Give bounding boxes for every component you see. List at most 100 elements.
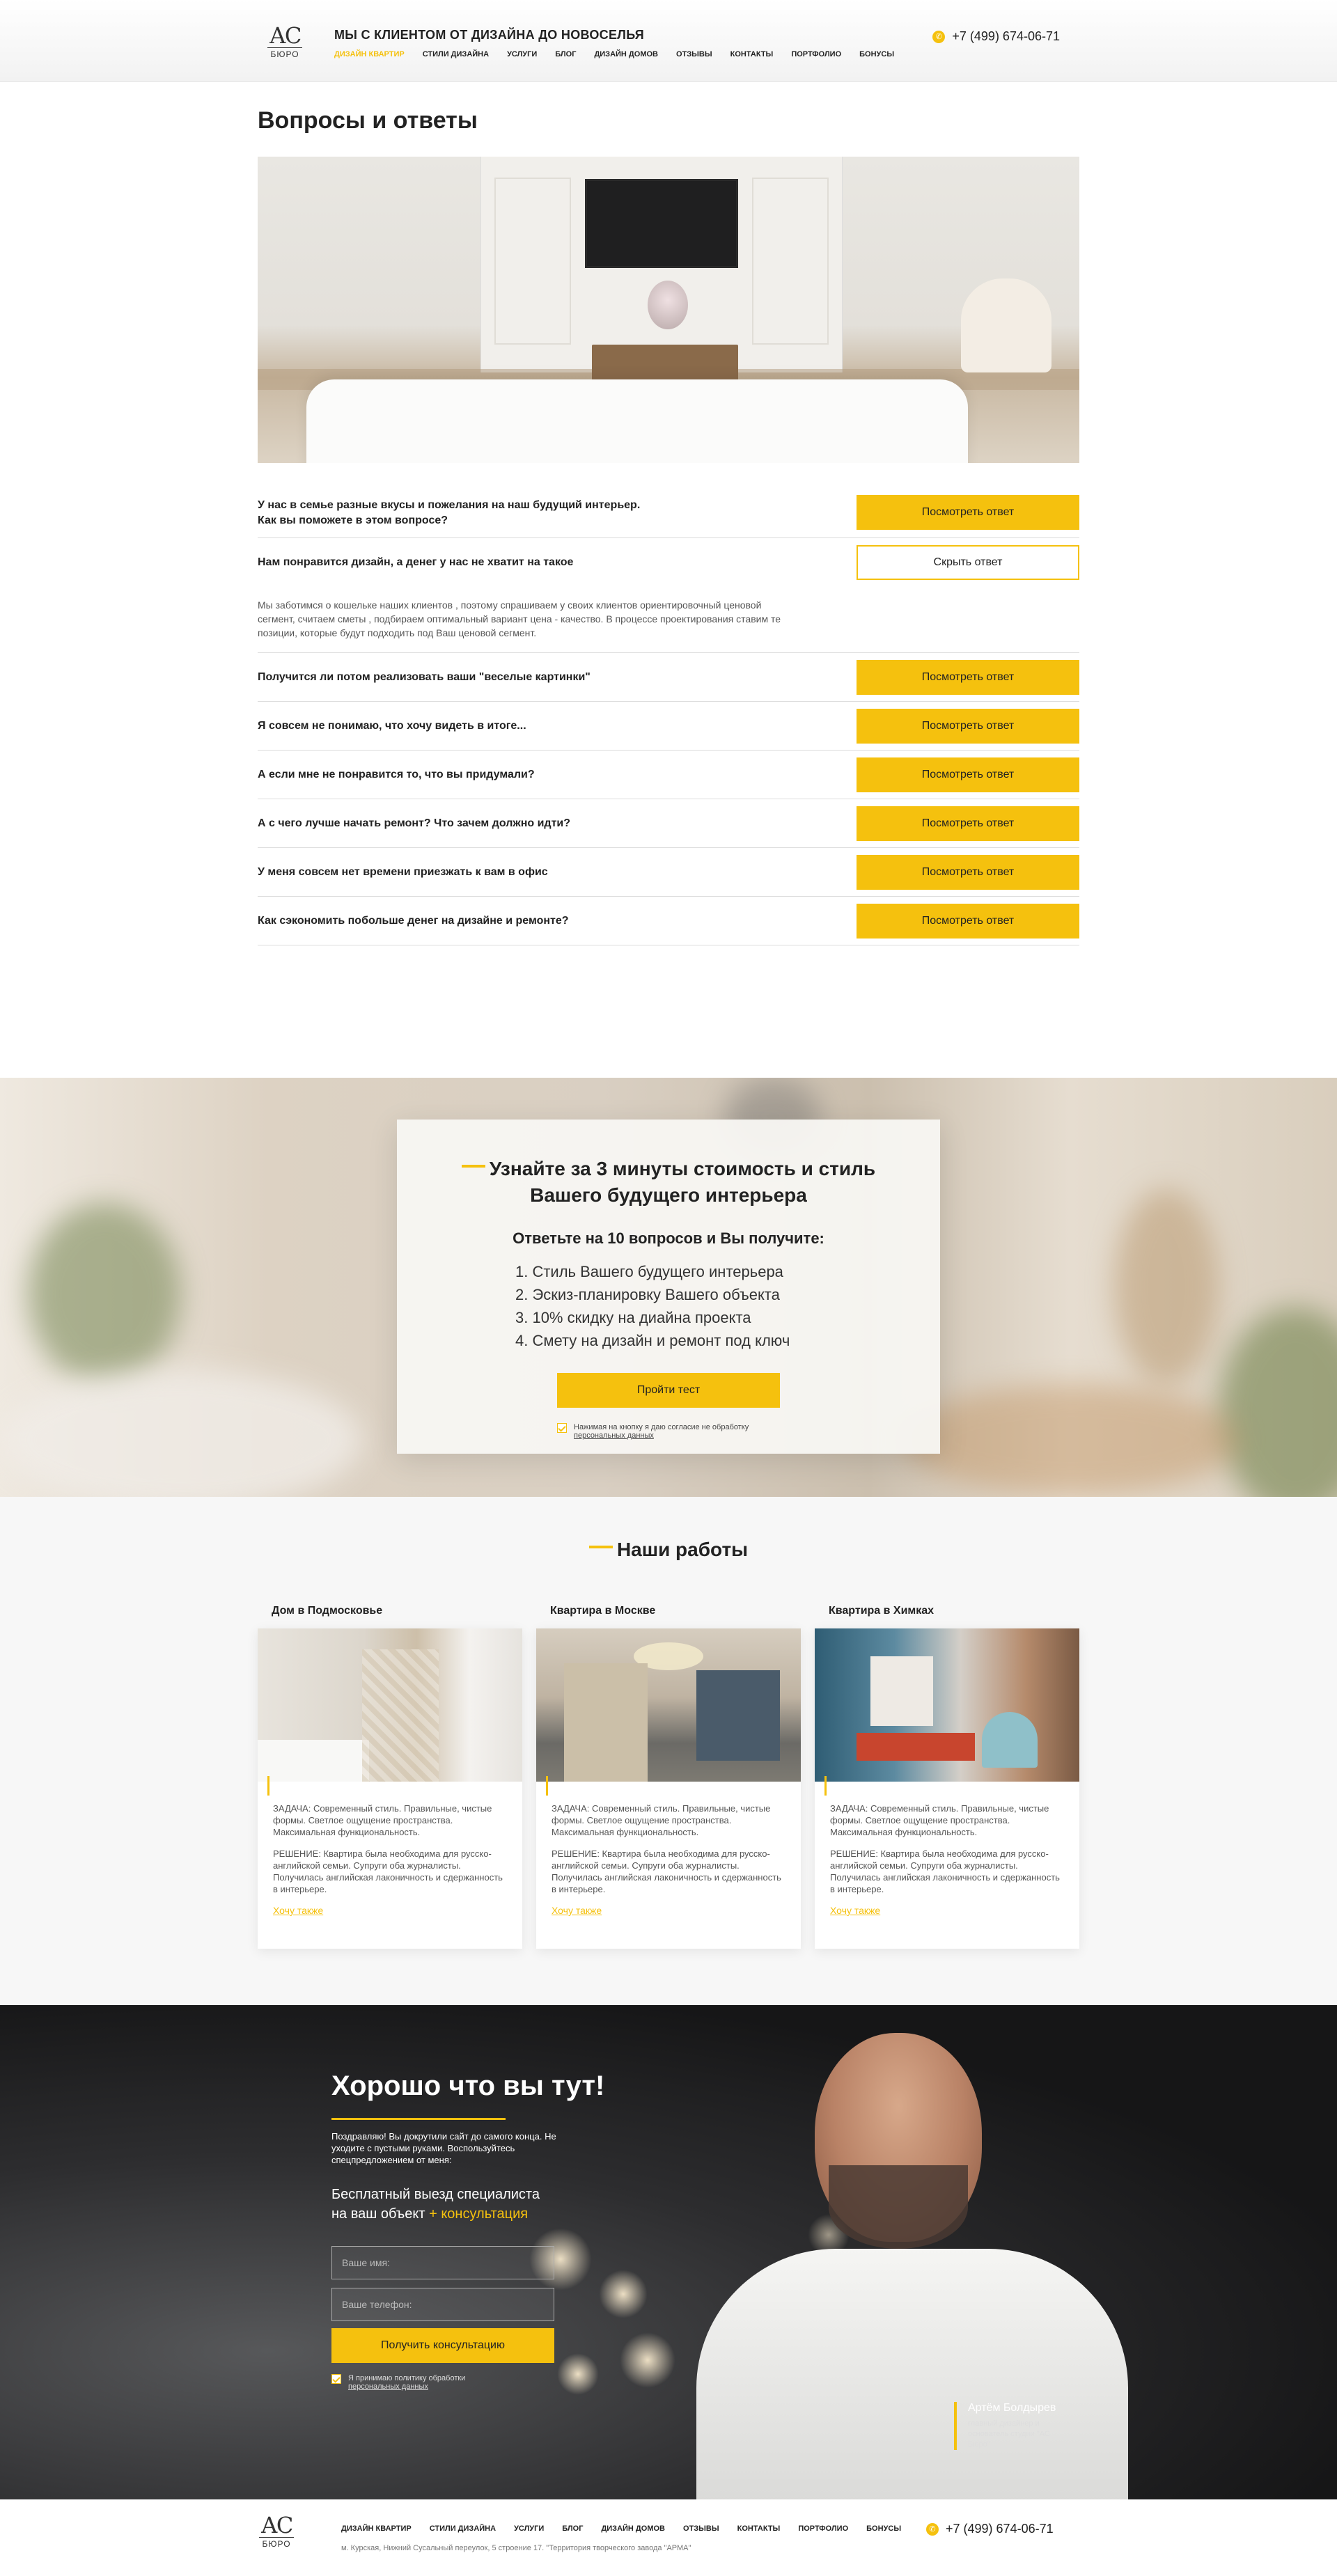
consult-consent: Я принимаю политику обработки персональны…	[331, 2374, 513, 2391]
work-card-body: ЗАДАЧА: Современный стиль. Правильные, ч…	[536, 1628, 801, 1949]
faq-question: А если мне не понравится то, что вы прид…	[258, 768, 535, 780]
footer-nav: ДИЗАЙН КВАРТИР СТИЛИ ДИЗАЙНА УСЛУГИ БЛОГ…	[341, 2524, 901, 2533]
faq-item: Получится ли потом реализовать ваши "вес…	[258, 653, 1079, 702]
footer-address: м. Курская, Нижний Сусальный переулок, 5…	[341, 2544, 691, 2552]
logo-sub: БЮРО	[259, 2537, 294, 2549]
offer-line-2: на ваш объект	[331, 2206, 425, 2222]
work-image[interactable]	[536, 1628, 801, 1782]
work-description: ЗАДАЧА: Современный стиль. Правильные, ч…	[815, 1776, 1079, 1895]
faq-title: Вопросы и ответы	[258, 107, 478, 134]
list-item: 3. 10% скидку на диайна проекта	[515, 1309, 751, 1326]
nav-item-contacts[interactable]: КОНТАКТЫ	[730, 50, 774, 58]
footer-logo[interactable]: АС БЮРО	[259, 2512, 294, 2549]
consent-text: Нажимая на кнопку я даю согласие не обра…	[574, 1423, 749, 1431]
work-card-body: ЗАДАЧА: Современный стиль. Правильные, ч…	[258, 1628, 522, 1949]
hide-answer-button[interactable]: Скрыть ответ	[857, 545, 1079, 580]
faq-list: У нас в семье разные вкусы и пожелания н…	[258, 488, 1079, 945]
want-same-link[interactable]: Хочу также	[536, 1905, 801, 1916]
footer-phone[interactable]: ✆ +7 (499) 674-06-71	[926, 2522, 1054, 2536]
want-same-link[interactable]: Хочу также	[258, 1905, 522, 1916]
quiz-title: Узнайте за 3 минуты стоимость и стиль Ва…	[397, 1156, 940, 1209]
footer-nav-item[interactable]: ПОРТФОЛИО	[798, 2524, 848, 2533]
show-answer-button[interactable]: Посмотреть ответ	[857, 855, 1079, 890]
faq-section: Вопросы и ответы У нас в семье разные вк…	[258, 82, 1079, 945]
take-test-button[interactable]: Пройти тест	[557, 1373, 780, 1408]
consent-checkbox[interactable]	[557, 1423, 567, 1433]
work-image[interactable]	[815, 1628, 1079, 1782]
designer-signature: Артём Болдырев главный дизайнер и основа…	[954, 2402, 1072, 2450]
header-phone[interactable]: ✆ +7 (499) 674-06-71	[932, 29, 1060, 44]
phone-input[interactable]: Ваше телефон:	[331, 2288, 554, 2321]
quiz-title-line-1: Узнайте за 3 минуты стоимость и стиль	[489, 1158, 876, 1179]
name-input[interactable]: Ваше имя:	[331, 2246, 554, 2279]
consult-text: Поздравляю! Вы докрутили сайт до самого …	[331, 2131, 556, 2165]
work-name: Дом в Подмосковье	[272, 1605, 383, 1617]
faq-question: Получится ли потом реализовать ваши "вес…	[258, 670, 591, 683]
footer-nav-item[interactable]: УСЛУГИ	[514, 2524, 544, 2533]
faq-item: У меня совсем нет времени приезжать к ва…	[258, 848, 1079, 897]
nav-item-design-apartments[interactable]: ДИЗАЙН КВАРТИР	[334, 50, 405, 58]
nav-item-bonuses[interactable]: БОНУСЫ	[859, 50, 894, 58]
footer-nav-item[interactable]: СТИЛИ ДИЗАЙНА	[430, 2524, 496, 2533]
get-consultation-button[interactable]: Получить консультацию	[331, 2328, 554, 2363]
footer-nav-item[interactable]: КОНТАКТЫ	[737, 2524, 781, 2533]
footer-phone-number[interactable]: +7 (499) 674-06-71	[946, 2522, 1054, 2536]
consult-title: Хорошо что вы тут!	[331, 2071, 605, 2101]
header-phone-number[interactable]: +7 (499) 674-06-71	[952, 29, 1060, 44]
offer-line-1: Бесплатный выезд специалиста	[331, 2187, 540, 2202]
phone-icon: ✆	[932, 30, 946, 43]
consent-checkbox[interactable]	[331, 2374, 341, 2384]
nav-item-blog[interactable]: БЛОГ	[555, 50, 576, 58]
work-image[interactable]	[258, 1628, 522, 1782]
quiz-subtitle: Ответьте на 10 вопросов и Вы получите:	[513, 1230, 824, 1247]
quiz-card: Узнайте за 3 минуты стоимость и стиль Ва…	[397, 1120, 940, 1454]
faq-item: Как сэкономить побольше денег на дизайне…	[258, 897, 1079, 945]
logo-main: АС	[260, 2512, 294, 2538]
title-underline	[331, 2118, 506, 2120]
faq-question: Как сэкономить побольше денег на дизайне…	[258, 914, 569, 927]
logo[interactable]: АС БЮРО	[267, 24, 302, 59]
quiz-benefits-list: 1. Стиль Вашего будущего интерьера 2. Эс…	[515, 1260, 822, 1352]
show-answer-button[interactable]: Посмотреть ответ	[857, 806, 1079, 841]
work-card: Квартира в Химках ЗАДАЧА: Современный ст…	[815, 1605, 1079, 1949]
quiz-consent: Нажимая на кнопку я даю согласие не обра…	[557, 1423, 780, 1440]
designer-role: главный дизайнер и основатель студии "АС…	[968, 2419, 1050, 2449]
designer-name: Артём Болдырев	[968, 2402, 1056, 2414]
want-same-link[interactable]: Хочу также	[815, 1905, 1079, 1916]
site-footer: АС БЮРО ДИЗАЙН КВАРТИР СТИЛИ ДИЗАЙНА УСЛ…	[0, 2499, 1337, 2576]
tv-image	[585, 179, 738, 268]
site-header: АС БЮРО МЫ С КЛИЕНТОМ ОТ ДИЗАЙНА ДО НОВО…	[0, 0, 1337, 82]
offer-highlight: + консультация	[429, 2206, 529, 2222]
footer-nav-item[interactable]: БЛОГ	[562, 2524, 583, 2533]
faq-item-open: Нам понравится дизайн, а денег у нас не …	[258, 538, 1079, 653]
nav-item-design-houses[interactable]: ДИЗАЙН ДОМОВ	[594, 50, 658, 58]
quiz-section: Узнайте за 3 минуты стоимость и стиль Ва…	[0, 1078, 1337, 1497]
show-answer-button[interactable]: Посмотреть ответ	[857, 495, 1079, 530]
faq-hero-image	[258, 157, 1079, 463]
faq-item: Я совсем не понимаю, что хочу видеть в и…	[258, 702, 1079, 751]
footer-nav-item[interactable]: ДИЗАЙН КВАРТИР	[341, 2524, 412, 2533]
work-name: Квартира в Химках	[829, 1605, 935, 1617]
nav-item-services[interactable]: УСЛУГИ	[507, 50, 537, 58]
show-answer-button[interactable]: Посмотреть ответ	[857, 709, 1079, 744]
header-slogan: МЫ С КЛИЕНТОМ ОТ ДИЗАЙНА ДО НОВОСЕЛЬЯ	[334, 28, 644, 42]
footer-nav-item[interactable]: БОНУСЫ	[866, 2524, 901, 2533]
list-item: 1. Стиль Вашего будущего интерьера	[515, 1263, 783, 1280]
dash-icon	[588, 1545, 613, 1548]
nav-item-portfolio[interactable]: ПОРТФОЛИО	[791, 50, 841, 58]
footer-nav-item[interactable]: ДИЗАЙН ДОМОВ	[601, 2524, 665, 2533]
show-answer-button[interactable]: Посмотреть ответ	[857, 904, 1079, 938]
nav-item-design-styles[interactable]: СТИЛИ ДИЗАЙНА	[423, 50, 489, 58]
nav-item-reviews[interactable]: ОТЗЫВЫ	[676, 50, 712, 58]
personal-data-link[interactable]: персональных данных	[574, 1431, 654, 1440]
consent-text: Я принимаю политику обработки	[348, 2374, 466, 2382]
personal-data-link[interactable]: персональных данных	[348, 2382, 428, 2391]
show-answer-button[interactable]: Посмотреть ответ	[857, 660, 1079, 695]
work-task: ЗАДАЧА: Современный стиль. Правильные, ч…	[552, 1803, 771, 1837]
work-description: ЗАДАЧА: Современный стиль. Правильные, ч…	[536, 1776, 801, 1895]
faq-item: У нас в семье разные вкусы и пожелания н…	[258, 488, 1079, 538]
show-answer-button[interactable]: Посмотреть ответ	[857, 757, 1079, 792]
works-title: Наши работы	[0, 1539, 1337, 1561]
footer-nav-item[interactable]: ОТЗЫВЫ	[683, 2524, 719, 2533]
logo-sub: БЮРО	[267, 47, 302, 59]
